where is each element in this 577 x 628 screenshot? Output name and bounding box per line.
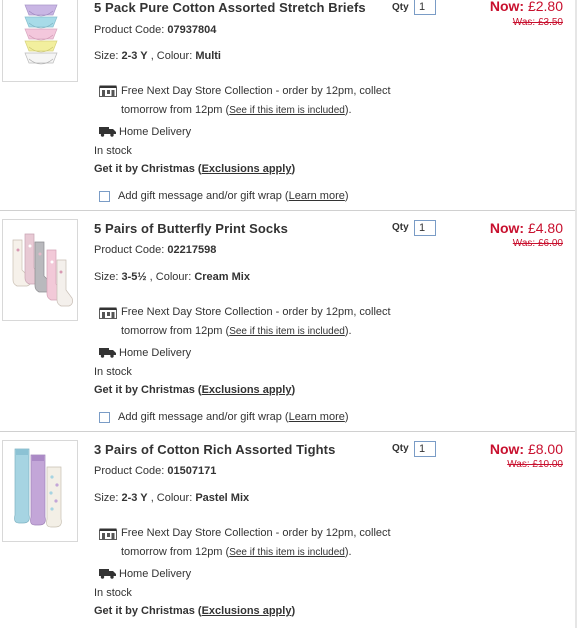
product-code: Product Code: 07937804 <box>94 24 217 36</box>
basket-item: 5 Pairs of Butterfly Print Socks Product… <box>0 219 575 429</box>
stock-status: In stock <box>94 366 132 378</box>
learn-more-link[interactable]: Learn more <box>289 190 345 202</box>
home-delivery: Home Delivery <box>119 568 192 580</box>
was-price: Was: £6.00 <box>512 238 563 249</box>
qty-input[interactable] <box>414 220 436 236</box>
product-code: Product Code: 01507171 <box>94 465 217 477</box>
exclusions-link[interactable]: Exclusions apply <box>202 163 292 175</box>
product-image[interactable] <box>2 440 78 542</box>
gift-wrap-checkbox[interactable] <box>99 412 110 423</box>
qty-label: Qty <box>392 222 409 233</box>
store-collection-icon <box>99 307 117 319</box>
gift-wrap-label: Add gift message and/or gift wrap (Learn… <box>118 411 349 423</box>
qty-input[interactable] <box>414 441 436 457</box>
product-image[interactable] <box>2 219 78 321</box>
gift-wrap-checkbox[interactable] <box>99 191 110 202</box>
qty-label: Qty <box>392 2 409 13</box>
now-price: Now: £4.80 <box>489 220 563 236</box>
item-separator <box>0 210 575 211</box>
now-price: Now: £2.80 <box>489 0 563 14</box>
see-if-included-link[interactable]: See if this item is included <box>229 105 345 116</box>
product-title[interactable]: 5 Pairs of Butterfly Print Socks <box>94 221 288 236</box>
was-price: Was: £3.50 <box>512 17 563 28</box>
product-title[interactable]: 3 Pairs of Cotton Rich Assorted Tights <box>94 442 335 457</box>
home-delivery: Home Delivery <box>119 126 192 138</box>
basket-item: 3 Pairs of Cotton Rich Assorted Tights P… <box>0 440 575 628</box>
christmas-delivery: Get it by Christmas (Exclusions apply) <box>94 605 296 617</box>
size-colour: Size: 2-3 Y , Colour: Pastel Mix <box>94 492 250 504</box>
delivery-van-icon <box>99 348 116 358</box>
delivery-van-icon <box>99 127 116 137</box>
qty-input[interactable] <box>414 0 436 15</box>
stock-status: In stock <box>94 587 132 599</box>
size-colour: Size: 2-3 Y , Colour: Multi <box>94 50 221 62</box>
was-price: Was: £10.00 <box>507 459 563 470</box>
learn-more-link[interactable]: Learn more <box>289 411 345 423</box>
gift-wrap-label: Add gift message and/or gift wrap (Learn… <box>118 190 349 202</box>
product-code: Product Code: 02217598 <box>94 244 217 256</box>
now-price: Now: £8.00 <box>489 441 563 457</box>
christmas-delivery: Get it by Christmas (Exclusions apply) <box>94 163 296 175</box>
product-title[interactable]: 5 Pack Pure Cotton Assorted Stretch Brie… <box>94 0 366 15</box>
store-collection-icon <box>99 85 117 97</box>
store-collection-icon <box>99 528 117 540</box>
see-if-included-link[interactable]: See if this item is included <box>229 547 345 558</box>
christmas-delivery: Get it by Christmas (Exclusions apply) <box>94 384 296 396</box>
store-collection-text: Free Next Day Store Collection - order b… <box>121 306 391 337</box>
size-colour: Size: 3-5½ , Colour: Cream Mix <box>94 271 250 283</box>
basket-item: 5 Pack Pure Cotton Assorted Stretch Brie… <box>0 0 575 210</box>
item-separator <box>0 431 575 432</box>
store-collection-text: Free Next Day Store Collection - order b… <box>121 527 391 558</box>
exclusions-link[interactable]: Exclusions apply <box>202 384 292 396</box>
qty-label: Qty <box>392 443 409 454</box>
see-if-included-link[interactable]: See if this item is included <box>229 326 345 337</box>
stock-status: In stock <box>94 145 132 157</box>
exclusions-link[interactable]: Exclusions apply <box>202 605 292 617</box>
delivery-van-icon <box>99 569 116 579</box>
home-delivery: Home Delivery <box>119 347 192 359</box>
product-image[interactable] <box>2 0 78 82</box>
store-collection-text: Free Next Day Store Collection - order b… <box>121 85 391 116</box>
